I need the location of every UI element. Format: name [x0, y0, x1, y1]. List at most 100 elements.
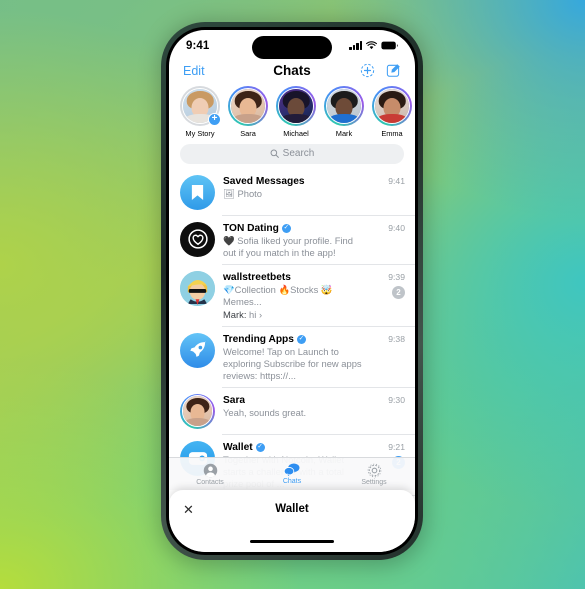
wallet-bottom-sheet: ✕ Wallet	[169, 490, 415, 552]
add-story-badge[interactable]: +	[208, 112, 221, 126]
dynamic-island	[252, 36, 332, 59]
search-placeholder: Search	[282, 148, 315, 159]
chat-last-sender: Mark: hi ›	[223, 309, 363, 321]
story-label: Sara	[240, 128, 256, 138]
search-input[interactable]: Search	[180, 143, 404, 164]
battery-icon	[381, 41, 398, 50]
saved-messages-icon	[180, 174, 215, 210]
story-item[interactable]: + My Story	[180, 86, 221, 138]
chat-meta: 9:41	[371, 175, 405, 210]
chat-preview: Yeah, sounds great.	[223, 406, 307, 418]
edit-button[interactable]: Edit	[183, 64, 205, 78]
tab-bar: Contacts Chats Settings	[169, 457, 415, 490]
chat-preview: 🖤 Sofia liked your profile. Find out if …	[223, 234, 353, 258]
avatar	[180, 393, 215, 429]
avatar	[180, 221, 215, 257]
avatar	[180, 270, 215, 306]
ton-dating-icon	[180, 221, 215, 257]
chat-meta: 9:38	[371, 333, 405, 382]
tab-label: Chats	[282, 478, 302, 485]
contacts-icon	[203, 463, 217, 477]
chat-row-trending-apps[interactable]: Trending Apps ✓ Welcome! Tap on Launch t…	[169, 327, 415, 388]
story-ring	[372, 86, 412, 126]
chat-time: 9:38	[388, 333, 405, 344]
tab-settings[interactable]: Settings	[333, 458, 415, 490]
stories-strip[interactable]: + My Story Sara Michael Mark Emma	[169, 84, 415, 141]
status-bar: 9:41	[169, 30, 415, 61]
chat-title: Wallet	[223, 441, 253, 453]
chat-content: Saved Messages 🖼 Photo	[223, 175, 363, 210]
home-indicator[interactable]	[250, 539, 334, 543]
sheet-title: Wallet	[275, 503, 309, 515]
tab-label: Settings	[361, 478, 387, 486]
story-item[interactable]: Michael	[276, 86, 316, 138]
avatar	[326, 88, 362, 124]
chat-row-wallstreetbets[interactable]: wallstreetbets 💎Collection 🔥Stocks 🤯Meme…	[169, 265, 415, 327]
story-label: Michael	[283, 128, 309, 138]
tab-contacts[interactable]: Contacts	[169, 458, 251, 490]
phone-frame: 9:41 Edit Chats + My Story Sara Michael …	[161, 22, 423, 560]
status-indicators	[349, 41, 398, 50]
chat-title: Trending Apps	[223, 333, 294, 345]
search-container: Search	[169, 141, 415, 169]
chat-content: Sara Yeah, sounds great.	[223, 394, 363, 429]
chat-sender-name: Mark:	[223, 308, 247, 320]
chat-time: 9:21	[388, 441, 405, 452]
chat-row-saved-messages[interactable]: Saved Messages 🖼 Photo 9:41	[169, 169, 415, 216]
phone-bezel: 9:41 Edit Chats + My Story Sara Michael …	[166, 27, 418, 555]
chat-meta: 9:39 2	[371, 271, 405, 321]
add-person-icon[interactable]	[360, 63, 375, 78]
story-item[interactable]: Sara	[228, 86, 268, 138]
story-ring	[276, 86, 316, 126]
chat-row-ton-dating[interactable]: TON Dating ✓ 🖤 Sofia liked your profile.…	[169, 216, 415, 265]
chat-time: 9:41	[388, 175, 405, 186]
chat-row-sara[interactable]: Sara Yeah, sounds great. 9:30	[169, 388, 415, 435]
chats-icon	[284, 463, 300, 477]
wifi-icon	[366, 41, 377, 50]
avatar	[180, 332, 215, 368]
chat-time: 9:40	[388, 222, 405, 233]
unread-badge: 2	[392, 285, 405, 299]
story-label: Mark	[335, 128, 353, 138]
story-ring	[324, 86, 364, 126]
avatar	[230, 88, 266, 124]
status-time: 9:41	[186, 39, 210, 52]
chat-meta: 9:40	[371, 222, 405, 259]
chat-preview: Welcome! Tap on Launch to exploring Subs…	[223, 345, 362, 381]
chat-preview: 💎Collection 🔥Stocks 🤯Memes...	[223, 283, 333, 307]
story-item[interactable]: Mark	[324, 86, 364, 138]
chat-sender-text: hi ›	[249, 308, 263, 320]
chat-meta: 9:30	[371, 394, 405, 429]
tab-chats[interactable]: Chats	[251, 458, 333, 490]
chat-title: Sara	[223, 394, 246, 406]
compose-icon[interactable]	[386, 63, 401, 78]
cellular-bars-icon	[349, 41, 362, 50]
avatar	[374, 88, 410, 124]
chat-time: 9:39	[388, 271, 405, 282]
story-label: My Story	[185, 128, 215, 138]
nav-bar: Edit Chats	[169, 61, 415, 84]
rocket-icon	[180, 332, 215, 368]
wallstreetbets-icon	[180, 270, 215, 306]
chat-content: wallstreetbets 💎Collection 🔥Stocks 🤯Meme…	[223, 271, 363, 321]
chat-title: TON Dating	[223, 222, 279, 234]
chat-time: 9:30	[388, 394, 405, 405]
verified-badge-icon: ✓	[281, 223, 291, 233]
search-icon	[270, 149, 279, 158]
verified-badge-icon: ✓	[296, 334, 306, 344]
phone-screen: 9:41 Edit Chats + My Story Sara Michael …	[169, 30, 415, 552]
nav-actions	[360, 63, 401, 78]
story-ring	[228, 86, 268, 126]
story-item[interactable]: Emma	[372, 86, 412, 138]
chat-content: TON Dating ✓ 🖤 Sofia liked your profile.…	[223, 222, 363, 259]
settings-gear-icon	[367, 463, 381, 477]
sheet-header: ✕ Wallet	[169, 500, 415, 518]
chat-title: wallstreetbets	[223, 271, 291, 283]
avatar	[278, 88, 314, 124]
chat-content: Trending Apps ✓ Welcome! Tap on Launch t…	[223, 333, 363, 382]
avatar	[180, 174, 215, 210]
tab-label: Contacts	[196, 478, 224, 486]
verified-badge-icon: ✓	[255, 442, 265, 452]
chat-preview: 🖼 Photo	[223, 187, 263, 199]
story-label: Emma	[381, 128, 403, 138]
